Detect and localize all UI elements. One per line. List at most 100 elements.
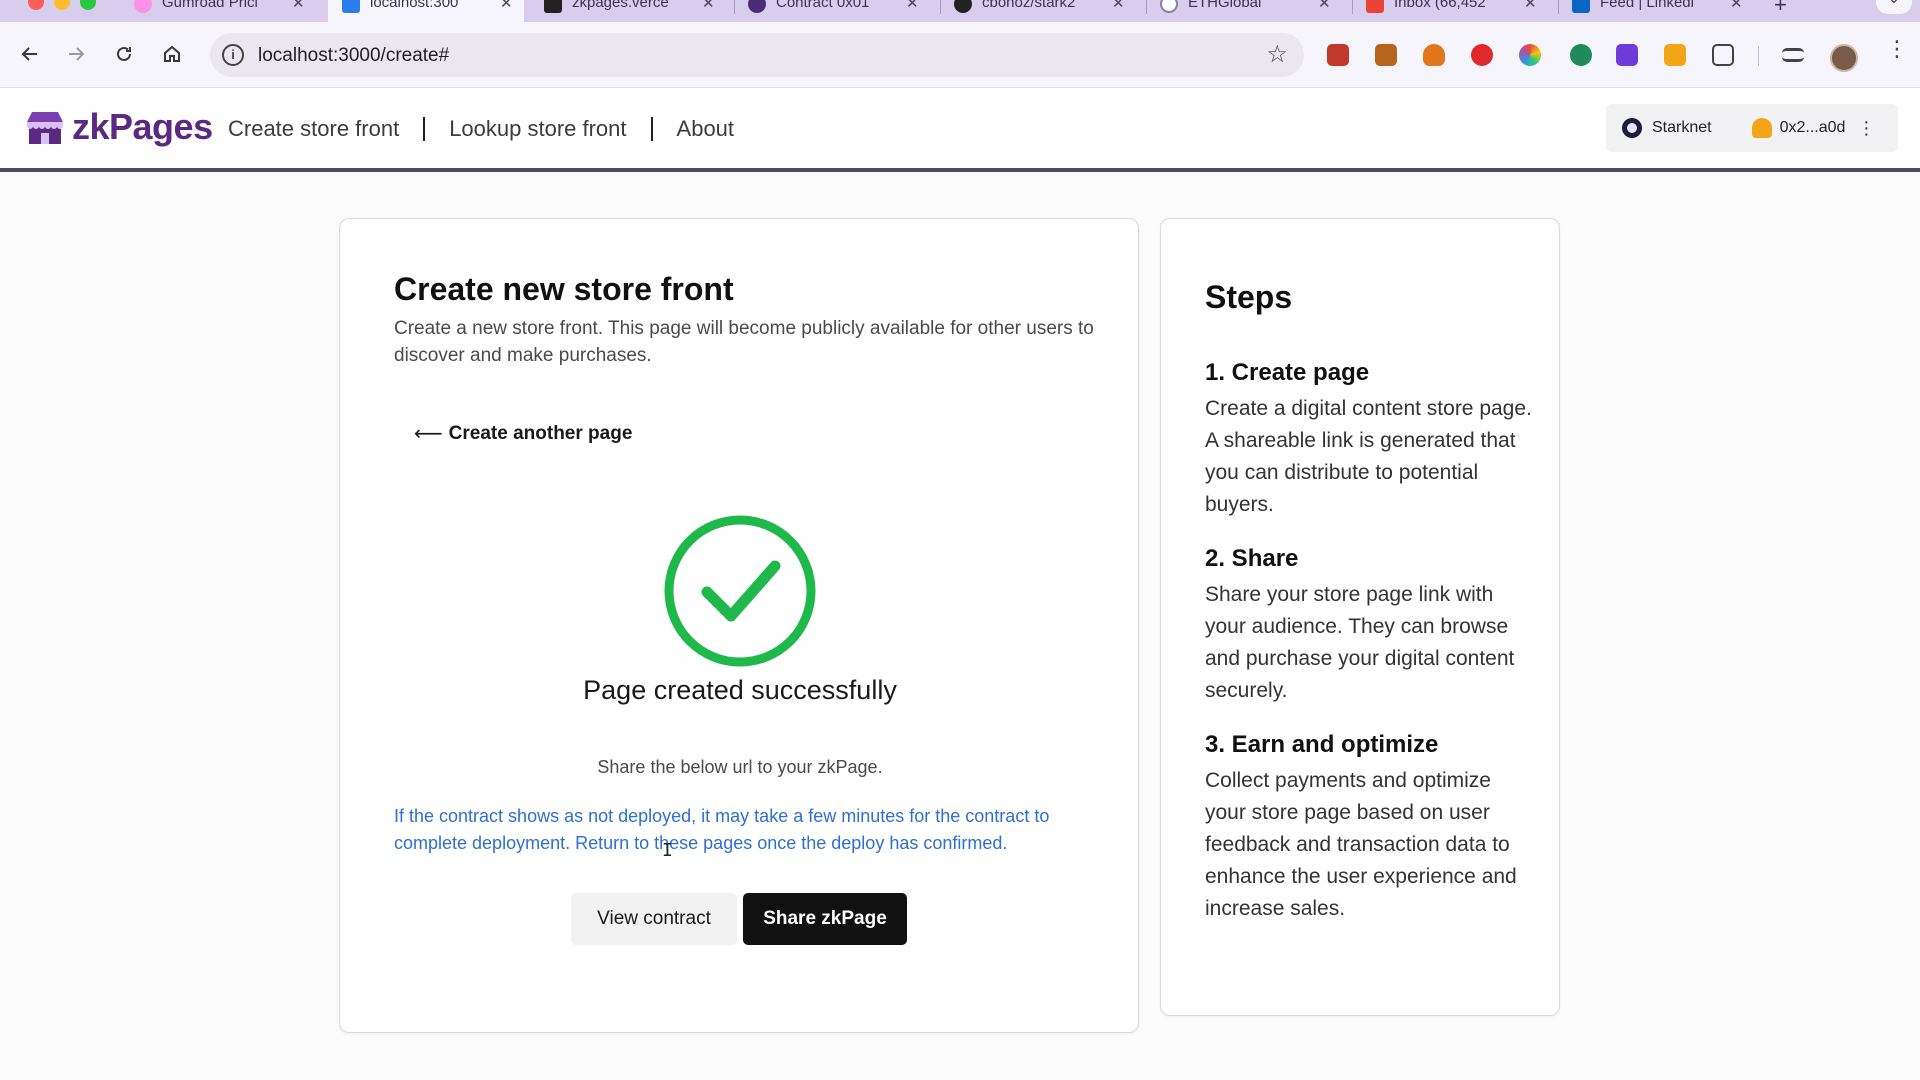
step-heading: 2. Share — [1205, 545, 1299, 572]
tab-close-icon[interactable]: ✕ — [906, 0, 919, 12]
toolbar-separator — [1758, 46, 1759, 66]
browser-tab[interactable]: Inbox (66,452 ✕ — [1366, 0, 1546, 22]
extension-off-icon[interactable] — [1570, 44, 1592, 66]
tab-close-icon[interactable]: ✕ — [1730, 0, 1743, 12]
browser-tab[interactable]: cbonoz/stark2 ✕ — [954, 0, 1134, 22]
tab-separator — [1146, 0, 1147, 14]
tab-search-button[interactable]: ⌄ — [1876, 0, 1912, 14]
share-zkpage-button[interactable]: Share zkPage — [743, 893, 907, 945]
step-body: Collect payments and optimize your store… — [1205, 769, 1517, 920]
steps-title: Steps — [1205, 279, 1293, 315]
deploy-note: If the contract shows as not deployed, i… — [394, 806, 1050, 853]
voyager-favicon-icon — [748, 0, 766, 13]
tab-separator — [940, 0, 941, 14]
browser-toolbar: i localhost:3000/create# ☆ ⋮ — [0, 22, 1920, 88]
window-zoom-button[interactable] — [80, 0, 96, 10]
tab-title: Inbox (66,452 — [1394, 0, 1486, 11]
chevron-down-icon: ⌄ — [1888, 0, 1900, 6]
new-tab-button[interactable]: + — [1774, 0, 1787, 18]
address-bar[interactable]: i localhost:3000/create# ☆ — [210, 33, 1304, 77]
wallet-widget: Starknet 0x2...a0d ⋮ — [1606, 104, 1898, 152]
gumroad-favicon-icon — [134, 0, 152, 13]
nav-lookup-store-front[interactable]: Lookup store front — [449, 116, 626, 142]
nav-about[interactable]: About — [677, 116, 735, 142]
nav-create-store-front[interactable]: Create store front — [228, 116, 399, 142]
browser-tab[interactable]: ETHGlobal ✕ — [1160, 0, 1340, 22]
extension-badge-icon[interactable] — [1664, 44, 1686, 66]
color-picker-icon[interactable] — [1519, 44, 1541, 66]
url-text[interactable]: localhost:3000/create# — [258, 45, 449, 67]
main-nav: Create store front Lookup store front Ab… — [228, 116, 734, 142]
site-info-icon[interactable]: i — [222, 44, 244, 66]
browser-menu-icon[interactable]: ⋮ — [1886, 36, 1908, 62]
brand-name: zkPages — [72, 106, 213, 147]
browser-tab-active[interactable]: localhost:300 ✕ — [328, 0, 524, 22]
tab-close-icon[interactable]: ✕ — [500, 0, 513, 12]
network-selector[interactable]: Starknet — [1652, 119, 1712, 137]
view-contract-button[interactable]: View contract — [571, 893, 737, 945]
extension-purple-icon[interactable] — [1616, 44, 1638, 66]
localhost-favicon-icon — [342, 0, 360, 13]
create-store-card: Create new store front Create a new stor… — [339, 218, 1139, 1033]
steps-card: Steps 1. Create page Create a digital co… — [1160, 218, 1560, 1016]
create-another-page-link[interactable]: ⟵ Create another page — [414, 421, 632, 446]
window-close-button[interactable] — [28, 0, 44, 10]
adblock-icon[interactable] — [1471, 44, 1493, 66]
arrow-left-icon — [21, 47, 37, 61]
ethglobal-favicon-icon — [1160, 0, 1178, 13]
nav-divider — [423, 117, 426, 141]
browser-tab-strip: Gumroad Prici ✕ localhost:300 ✕ zkpages.… — [0, 0, 1920, 22]
bookmark-star-icon[interactable]: ☆ — [1266, 40, 1288, 69]
extensions-puzzle-icon[interactable] — [1712, 44, 1734, 66]
page-title: Create new store front — [394, 271, 734, 307]
share-hint: Share the below url to your zkPage. — [597, 757, 883, 777]
media-controls-icon[interactable] — [1782, 48, 1804, 62]
step-body: Create a digital content store page. A s… — [1205, 397, 1532, 516]
extension-2-icon[interactable] — [1375, 44, 1397, 66]
home-button[interactable] — [154, 36, 190, 72]
browser-tab[interactable]: Gumroad Prici ✕ — [134, 0, 314, 22]
tab-title: cbonoz/stark2 — [982, 0, 1076, 11]
wallet-menu-icon[interactable]: ⋮ — [1857, 118, 1875, 139]
page-description: Create a new store front. This page will… — [394, 318, 1094, 366]
github-favicon-icon — [954, 0, 972, 13]
forward-button[interactable] — [58, 36, 94, 72]
app-header: zkPages Create store front Lookup store … — [0, 88, 1920, 172]
tab-title: ETHGlobal — [1188, 0, 1262, 11]
browser-tab[interactable]: Contract 0x01 ✕ — [748, 0, 928, 22]
step-item: 3. Earn and optimize Collect payments an… — [1205, 731, 1535, 925]
arrow-left-icon: ⟵ — [414, 423, 443, 445]
tab-close-icon[interactable]: ✕ — [702, 0, 715, 12]
account-address[interactable]: 0x2...a0d — [1780, 119, 1846, 137]
back-button[interactable] — [12, 36, 48, 72]
success-check-icon — [664, 515, 816, 667]
tab-title: Feed | Linkedi — [1600, 0, 1694, 11]
reload-icon — [117, 46, 131, 61]
step-body: Share your store page link with your aud… — [1205, 583, 1515, 702]
tab-separator — [1352, 0, 1353, 14]
gmail-favicon-icon — [1366, 0, 1384, 13]
tab-close-icon[interactable]: ✕ — [1524, 0, 1537, 12]
browser-tab[interactable]: Feed | Linkedi ✕ — [1572, 0, 1752, 22]
metamask-icon[interactable] — [1423, 44, 1445, 66]
extension-1-icon[interactable] — [1327, 44, 1349, 66]
tab-title: zkpages.verce — [572, 0, 669, 11]
storefront-icon — [27, 112, 63, 144]
tab-separator — [734, 0, 735, 14]
tab-close-icon[interactable]: ✕ — [292, 0, 305, 12]
tab-title: Gumroad Prici — [162, 0, 258, 11]
success-message: Page created successfully — [583, 675, 897, 705]
profile-avatar[interactable] — [1830, 44, 1858, 72]
tab-title: localhost:300 — [370, 0, 459, 11]
window-minimize-button[interactable] — [54, 0, 70, 10]
reload-button[interactable] — [106, 36, 142, 72]
step-heading: 1. Create page — [1205, 359, 1370, 386]
step-item: 1. Create page Create a digital content … — [1205, 359, 1535, 521]
tab-close-icon[interactable]: ✕ — [1318, 0, 1331, 12]
account-avatar-icon — [1751, 118, 1772, 138]
browser-tab[interactable]: zkpages.verce ✕ — [544, 0, 724, 22]
step-item: 2. Share Share your store page link with… — [1205, 545, 1535, 707]
brand-logo[interactable]: zkPages — [24, 106, 213, 148]
nav-divider — [650, 117, 653, 141]
tab-close-icon[interactable]: ✕ — [1112, 0, 1125, 12]
